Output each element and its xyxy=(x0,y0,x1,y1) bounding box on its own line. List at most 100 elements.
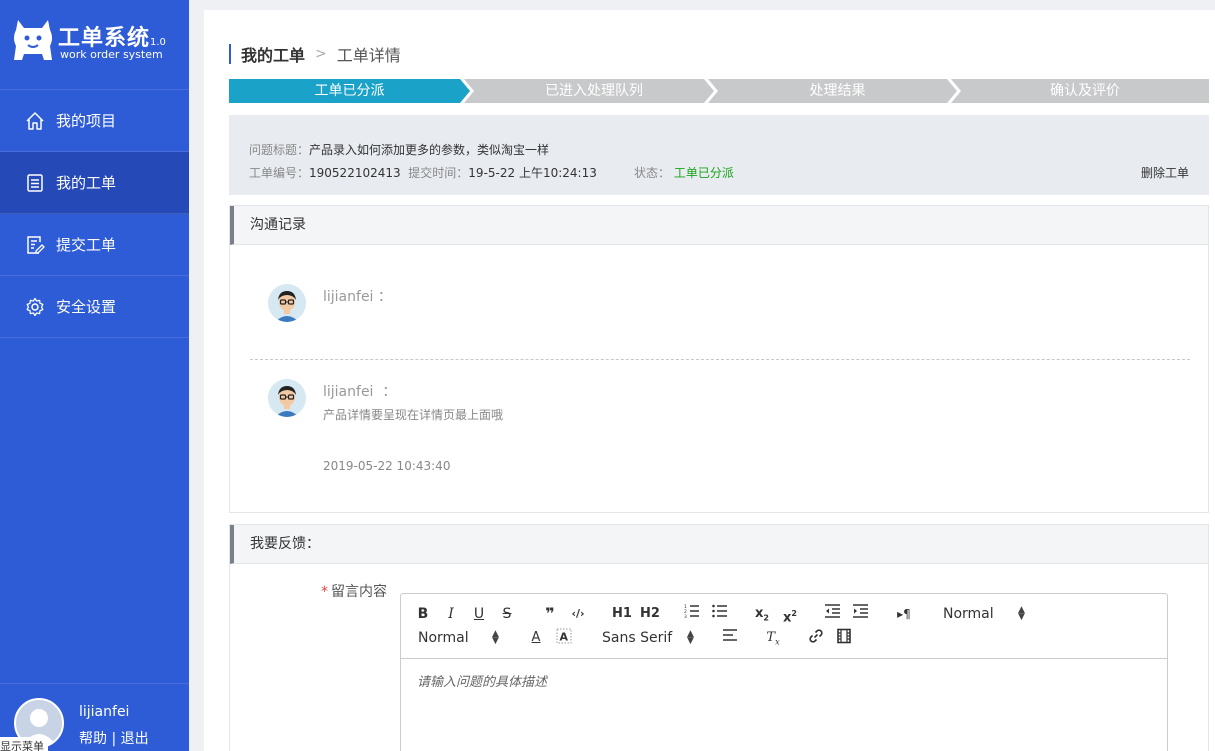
subscript-icon[interactable]: x2 xyxy=(752,604,772,624)
communication-panel: 沟通记录 lijianfei ： lijianfei ： 产品详情要呈现在详情页… xyxy=(229,205,1209,513)
svg-text:A: A xyxy=(560,631,569,644)
link-icon[interactable] xyxy=(806,628,826,648)
outdent-icon[interactable] xyxy=(823,604,843,624)
video-icon[interactable] xyxy=(834,628,854,648)
ticket-time-label: 提交时间： xyxy=(408,166,469,180)
communication-header: 沟通记录 xyxy=(230,206,1208,245)
message-username: lijianfei xyxy=(323,289,374,305)
breadcrumb-my-tickets[interactable]: 我的工单 xyxy=(241,42,305,66)
message-divider xyxy=(250,359,1190,360)
progress-steps: 工单已分派 已进入处理队列 处理结果 确认及评价 xyxy=(229,79,1209,103)
sidebar-item-submit-ticket[interactable]: 提交工单 xyxy=(0,214,189,276)
step-dispatched: 工单已分派 xyxy=(314,83,385,99)
bold-icon[interactable]: B xyxy=(413,604,433,624)
size-select[interactable]: Normal ▲ ▼ xyxy=(418,628,508,648)
font-select[interactable]: Sans Serif ▲ ▼ xyxy=(602,628,702,648)
breadcrumb-separator-icon: > xyxy=(315,46,327,62)
rich-text-editor: B I U S ❞ ‹/› H1 H2 123 x2 x2 ▸¶ Normal … xyxy=(400,593,1168,751)
code-block-icon[interactable]: ‹/› xyxy=(568,604,588,624)
sidebar-item-my-projects[interactable]: 我的项目 xyxy=(0,90,189,152)
feedback-header: 我要反馈： xyxy=(230,525,1208,564)
sidebar-item-security[interactable]: 安全设置 xyxy=(0,276,189,338)
editor-placeholder[interactable]: 请输入问题的具体描述 xyxy=(417,671,547,690)
ticket-title: 产品录入如何添加更多的参数，类似淘宝一样 xyxy=(309,143,550,157)
app-subtitle: work order system xyxy=(60,48,163,61)
background-color-icon[interactable]: A xyxy=(554,628,574,648)
chevron-updown-icon: ▲ ▼ xyxy=(687,629,694,646)
user-panel: lijianfei 帮助 | 退出 显示菜单 xyxy=(0,683,189,751)
chevron-updown-icon: ▲ ▼ xyxy=(492,629,499,646)
required-mark: * xyxy=(321,584,328,600)
message-text: 产品详情要呈现在详情页最上面哦 xyxy=(323,408,504,422)
clear-format-icon[interactable]: Tx xyxy=(763,628,783,648)
cartoon-avatar-icon xyxy=(268,284,306,322)
message-user: lijianfei ： xyxy=(323,286,392,306)
superscript-icon[interactable]: x2 xyxy=(780,604,800,625)
breadcrumb: 我的工单 > 工单详情 xyxy=(229,42,401,66)
ticket-info: 问题标题：产品录入如何添加更多的参数，类似淘宝一样 工单编号：190522102… xyxy=(229,115,1209,195)
ticket-title-label: 问题标题： xyxy=(249,143,310,157)
header-select-value: Normal xyxy=(943,606,994,622)
message-colon: ： xyxy=(382,384,397,400)
sidebar-item-label: 我的工单 xyxy=(56,174,117,192)
edit-document-icon xyxy=(24,234,46,256)
logout-link[interactable]: 退出 xyxy=(121,731,149,747)
user-avatar xyxy=(268,284,306,322)
ordered-list-icon[interactable]: 123 xyxy=(682,604,702,624)
app-version: 1.0 xyxy=(150,37,166,48)
blockquote-icon[interactable]: ❞ xyxy=(540,604,560,624)
message-colon: ： xyxy=(377,289,392,305)
breadcrumb-current: 工单详情 xyxy=(336,46,401,65)
text-color-icon[interactable]: A xyxy=(526,628,546,648)
status-badge: 工单已分派 xyxy=(673,166,734,180)
italic-icon[interactable]: I xyxy=(441,604,461,624)
app-logo: 工单系统1.0 work order system xyxy=(0,0,189,90)
editor-toolbar: B I U S ❞ ‹/› H1 H2 123 x2 x2 ▸¶ Normal … xyxy=(401,594,1167,659)
user-name: lijianfei xyxy=(79,704,130,720)
message-user: lijianfei ： xyxy=(323,381,396,401)
underline-icon[interactable]: U xyxy=(469,604,489,624)
font-select-value: Sans Serif xyxy=(602,630,673,646)
ticket-status-label: 状态： xyxy=(634,166,671,180)
link-divider: | xyxy=(111,731,117,747)
feedback-panel: 我要反馈： *留言内容 B I U S ❞ ‹/› H1 H2 123 x2 xyxy=(229,524,1209,751)
show-menu-tooltip[interactable]: 显示菜单 xyxy=(0,737,48,751)
ticket-id-label: 工单编号： xyxy=(249,166,310,180)
ticket-title-row: 问题标题：产品录入如何添加更多的参数，类似淘宝一样 xyxy=(249,141,549,158)
step-queued: 已进入处理队列 xyxy=(545,83,643,99)
strikethrough-icon[interactable]: S xyxy=(497,604,517,624)
help-link[interactable]: 帮助 xyxy=(79,731,107,747)
size-select-value: Normal xyxy=(418,630,469,646)
message-content-label: * 留言内容 xyxy=(321,581,387,601)
step-result: 处理结果 xyxy=(809,83,866,99)
sidebar-item-label: 我的项目 xyxy=(56,112,117,130)
message-time: 2019-05-22 10:43:40 xyxy=(323,459,451,473)
message-content-label-text: 留言内容 xyxy=(331,584,387,600)
main-content: 我的工单 > 工单详情 工单已分派 已进入处理队列 处理结果 确认及评价 问题标… xyxy=(204,10,1215,751)
sidebar-item-my-tickets[interactable]: 我的工单 xyxy=(0,152,189,214)
svg-text:3: 3 xyxy=(684,614,687,618)
text-direction-icon[interactable]: ▸¶ xyxy=(894,604,914,624)
mascot-logo-icon xyxy=(14,20,52,60)
ticket-status: 状态： 工单已分派 xyxy=(634,164,734,181)
step-confirm: 确认及评价 xyxy=(1050,83,1120,99)
home-icon xyxy=(24,110,46,132)
bullet-list-icon[interactable] xyxy=(710,604,730,624)
header-select[interactable]: Normal ▲ ▼ xyxy=(943,604,1033,624)
ticket-id: 190522102413 xyxy=(309,166,401,180)
cartoon-avatar-icon xyxy=(268,379,306,417)
heading2-icon[interactable]: H2 xyxy=(638,604,662,624)
sidebar: 工单系统1.0 work order system 我的项目 我的工单 提交工单… xyxy=(0,0,189,751)
chevron-updown-icon: ▲ ▼ xyxy=(1018,605,1025,622)
sidebar-item-label: 安全设置 xyxy=(56,298,117,316)
ticket-time: 19-5-22 上午10:24:13 xyxy=(468,166,597,180)
user-links: 帮助 | 退出 xyxy=(79,728,149,748)
align-icon[interactable] xyxy=(720,628,740,648)
list-document-icon xyxy=(24,172,46,194)
delete-ticket-button[interactable]: 删除工单 xyxy=(1141,164,1189,181)
heading1-icon[interactable]: H1 xyxy=(610,604,634,624)
user-avatar xyxy=(268,379,306,417)
ticket-meta-row: 工单编号：190522102413 提交时间：19-5-22 上午10:24:1… xyxy=(249,164,597,181)
indent-icon[interactable] xyxy=(851,604,871,624)
message-username: lijianfei xyxy=(323,384,374,400)
